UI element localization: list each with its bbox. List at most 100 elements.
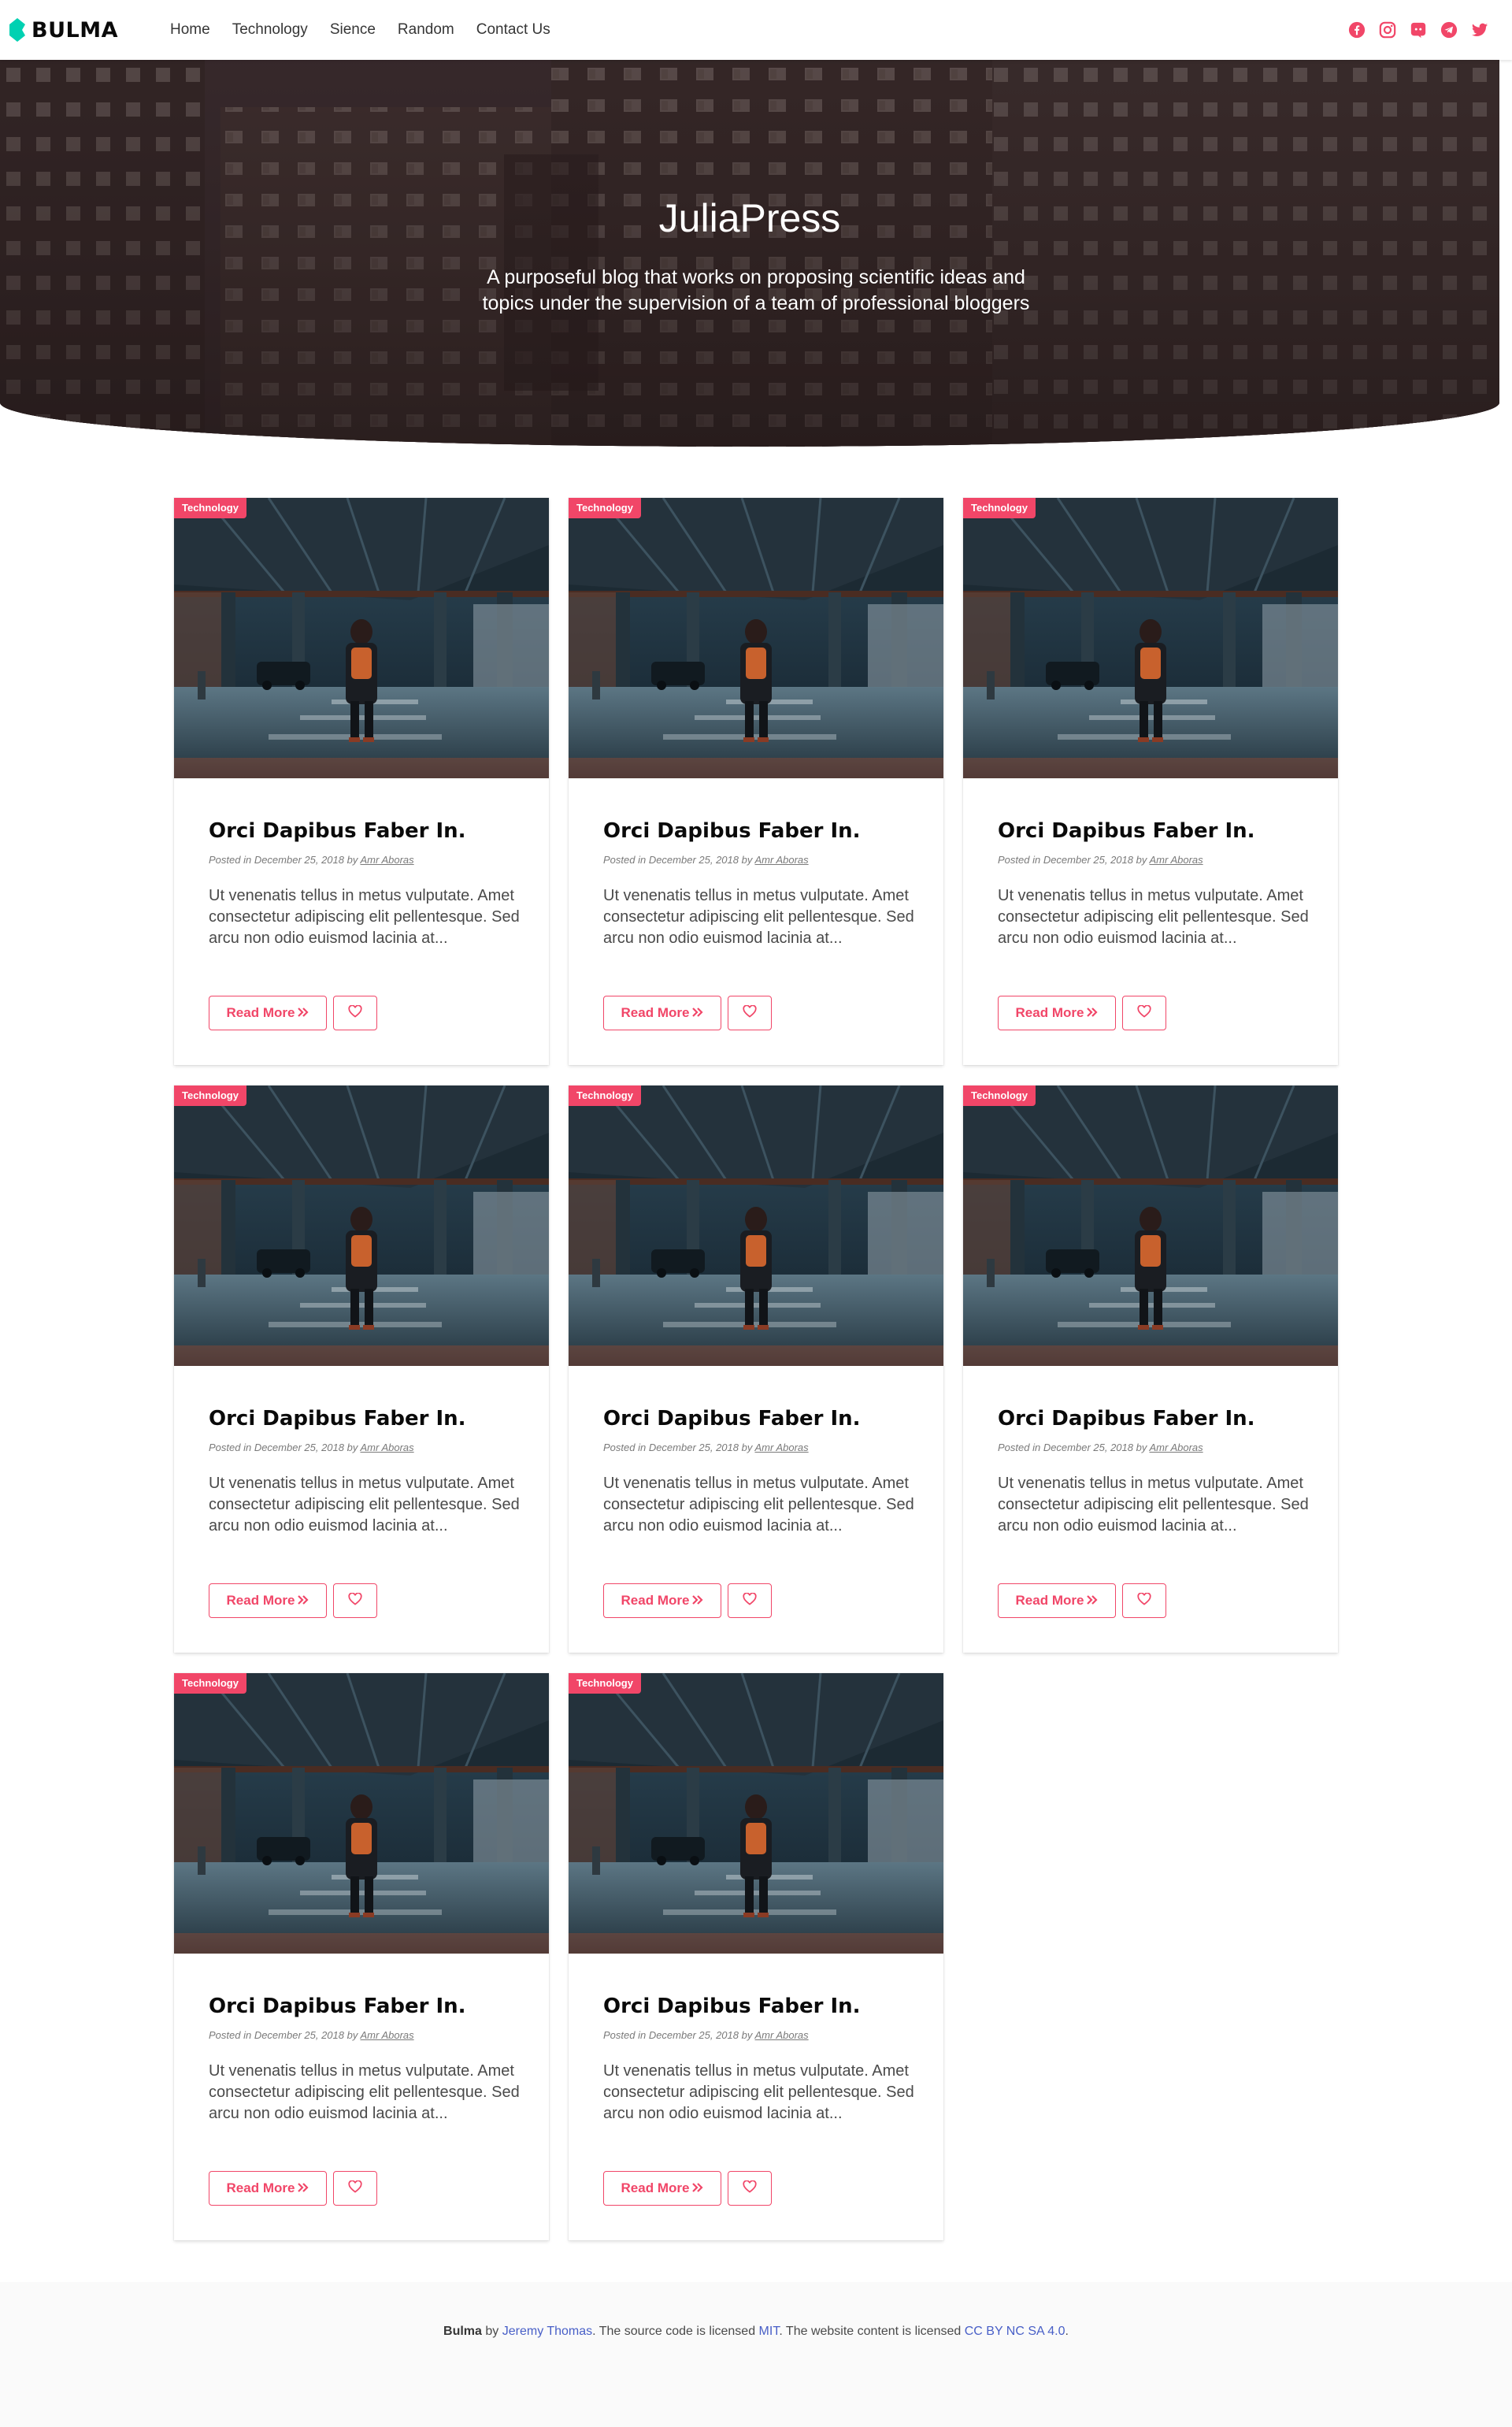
post-meta-prefix: Posted in December 25, 2018 by bbox=[209, 2029, 358, 2041]
post-card: Technology Orci Dapibus Faber In. Posted… bbox=[963, 1085, 1338, 1653]
nav-item-sience[interactable]: Sience bbox=[319, 0, 387, 60]
like-button[interactable] bbox=[728, 996, 772, 1030]
read-more-button[interactable]: Read More bbox=[603, 2171, 721, 2206]
post-meta-prefix: Posted in December 25, 2018 by bbox=[603, 2029, 753, 2041]
telegram-icon[interactable] bbox=[1440, 21, 1458, 39]
category-tag[interactable]: Technology bbox=[174, 498, 246, 518]
post-meta-prefix: Posted in December 25, 2018 by bbox=[209, 854, 358, 866]
post-meta: Posted in December 25, 2018 by Amr Abora… bbox=[998, 854, 1203, 866]
read-more-button[interactable]: Read More bbox=[209, 2171, 327, 2206]
category-tag[interactable]: Technology bbox=[963, 1085, 1036, 1106]
footer-cc-link[interactable]: CC BY NC SA 4.0 bbox=[965, 2325, 1065, 2338]
post-excerpt: Ut venenatis tellus in metus vulputate. … bbox=[209, 887, 520, 947]
post-meta: Posted in December 25, 2018 by Amr Abora… bbox=[209, 1442, 414, 1453]
brand-name: BULMA bbox=[32, 17, 118, 43]
category-tag[interactable]: Technology bbox=[569, 1673, 641, 1694]
heart-icon bbox=[743, 1591, 757, 1609]
post-excerpt: Ut venenatis tellus in metus vulputate. … bbox=[209, 1475, 520, 1535]
post-excerpt: Ut venenatis tellus in metus vulputate. … bbox=[998, 1475, 1309, 1535]
post-title[interactable]: Orci Dapibus Faber In. bbox=[209, 819, 466, 843]
post-author-link[interactable]: Amr Aboras bbox=[754, 2029, 808, 2041]
post-image[interactable]: Technology bbox=[569, 1673, 943, 1954]
nav-item-random[interactable]: Random bbox=[387, 0, 465, 60]
post-card: Technology Orci Dapibus Faber In. Posted… bbox=[174, 1673, 549, 2240]
footer-mit-link[interactable]: MIT bbox=[759, 2325, 780, 2338]
category-tag[interactable]: Technology bbox=[963, 498, 1036, 518]
read-more-label: Read More bbox=[1015, 1593, 1084, 1608]
like-button[interactable] bbox=[728, 1583, 772, 1618]
post-meta-prefix: Posted in December 25, 2018 by bbox=[998, 854, 1147, 866]
post-card: Technology Orci Dapibus Faber In. Posted… bbox=[569, 498, 943, 1065]
post-meta-prefix: Posted in December 25, 2018 by bbox=[603, 1442, 753, 1453]
angle-double-right-icon bbox=[692, 1005, 704, 1021]
brand-logo[interactable]: BULMA bbox=[9, 17, 118, 43]
post-meta-prefix: Posted in December 25, 2018 by bbox=[209, 1442, 358, 1453]
nav-item-contact-us[interactable]: Contact Us bbox=[465, 0, 561, 60]
read-more-label: Read More bbox=[226, 2180, 295, 2195]
post-title[interactable]: Orci Dapibus Faber In. bbox=[209, 1995, 466, 2018]
facebook-icon[interactable] bbox=[1348, 21, 1366, 39]
navbar: BULMA Home Technology Sience Random Cont… bbox=[0, 0, 1512, 60]
post-author-link[interactable]: Amr Aboras bbox=[1149, 1442, 1203, 1453]
post-title[interactable]: Orci Dapibus Faber In. bbox=[603, 819, 861, 843]
footer-content-license-text: . The website content is licensed bbox=[779, 2325, 962, 2338]
read-more-button[interactable]: Read More bbox=[998, 996, 1116, 1030]
post-image[interactable]: Technology bbox=[569, 1085, 943, 1366]
footer-by: by bbox=[485, 2325, 499, 2338]
like-button[interactable] bbox=[1122, 1583, 1166, 1618]
footer-author-link[interactable]: Jeremy Thomas bbox=[502, 2325, 592, 2338]
post-excerpt: Ut venenatis tellus in metus vulputate. … bbox=[603, 887, 914, 947]
like-button[interactable] bbox=[333, 996, 377, 1030]
angle-double-right-icon bbox=[298, 1593, 309, 1609]
instagram-icon[interactable] bbox=[1379, 21, 1396, 39]
post-image[interactable]: Technology bbox=[963, 498, 1338, 778]
footer: Bulma by Jeremy Thomas. The source code … bbox=[0, 2282, 1512, 2427]
post-author-link[interactable]: Amr Aboras bbox=[754, 854, 808, 866]
post-image[interactable]: Technology bbox=[174, 1673, 549, 1954]
like-button[interactable] bbox=[333, 2171, 377, 2206]
post-card: Technology Orci Dapibus Faber In. Posted… bbox=[569, 1085, 943, 1653]
post-author-link[interactable]: Amr Aboras bbox=[360, 854, 413, 866]
post-image[interactable]: Technology bbox=[174, 1085, 549, 1366]
post-card: Technology Orci Dapibus Faber In. Posted… bbox=[963, 498, 1338, 1065]
twitter-icon[interactable] bbox=[1471, 21, 1488, 39]
nav-item-technology[interactable]: Technology bbox=[221, 0, 319, 60]
heart-icon bbox=[1137, 1591, 1151, 1609]
like-button[interactable] bbox=[1122, 996, 1166, 1030]
social-links bbox=[1348, 0, 1488, 60]
post-image[interactable]: Technology bbox=[963, 1085, 1338, 1366]
read-more-button[interactable]: Read More bbox=[603, 1583, 721, 1618]
category-tag[interactable]: Technology bbox=[569, 498, 641, 518]
read-more-label: Read More bbox=[226, 1593, 295, 1608]
post-author-link[interactable]: Amr Aboras bbox=[360, 1442, 413, 1453]
like-button[interactable] bbox=[728, 2171, 772, 2206]
post-author-link[interactable]: Amr Aboras bbox=[754, 1442, 808, 1453]
footer-code-license-text: . The source code is licensed bbox=[592, 2325, 756, 2338]
nav-item-home[interactable]: Home bbox=[159, 0, 221, 60]
discord-icon[interactable] bbox=[1410, 21, 1427, 39]
post-title[interactable]: Orci Dapibus Faber In. bbox=[998, 819, 1255, 843]
read-more-label: Read More bbox=[621, 1005, 690, 1020]
read-more-button[interactable]: Read More bbox=[209, 1583, 327, 1618]
category-tag[interactable]: Technology bbox=[569, 1085, 641, 1106]
category-tag[interactable]: Technology bbox=[174, 1673, 246, 1694]
post-meta: Posted in December 25, 2018 by Amr Abora… bbox=[603, 1442, 809, 1453]
post-title[interactable]: Orci Dapibus Faber In. bbox=[603, 1995, 861, 2018]
post-author-link[interactable]: Amr Aboras bbox=[1149, 854, 1203, 866]
read-more-button[interactable]: Read More bbox=[998, 1583, 1116, 1618]
post-image[interactable]: Technology bbox=[174, 498, 549, 778]
footer-brand: Bulma bbox=[443, 2325, 482, 2338]
like-button[interactable] bbox=[333, 1583, 377, 1618]
post-author-link[interactable]: Amr Aboras bbox=[360, 2029, 413, 2041]
hero-subtitle: A purposeful blog that works on proposin… bbox=[482, 266, 1030, 314]
category-tag[interactable]: Technology bbox=[174, 1085, 246, 1106]
post-title[interactable]: Orci Dapibus Faber In. bbox=[209, 1407, 466, 1431]
post-title[interactable]: Orci Dapibus Faber In. bbox=[603, 1407, 861, 1431]
read-more-button[interactable]: Read More bbox=[209, 996, 327, 1030]
post-title[interactable]: Orci Dapibus Faber In. bbox=[998, 1407, 1255, 1431]
post-meta-prefix: Posted in December 25, 2018 by bbox=[998, 1442, 1147, 1453]
post-image[interactable]: Technology bbox=[569, 498, 943, 778]
heart-icon bbox=[348, 1591, 362, 1609]
heart-icon bbox=[743, 2179, 757, 2197]
read-more-button[interactable]: Read More bbox=[603, 996, 721, 1030]
